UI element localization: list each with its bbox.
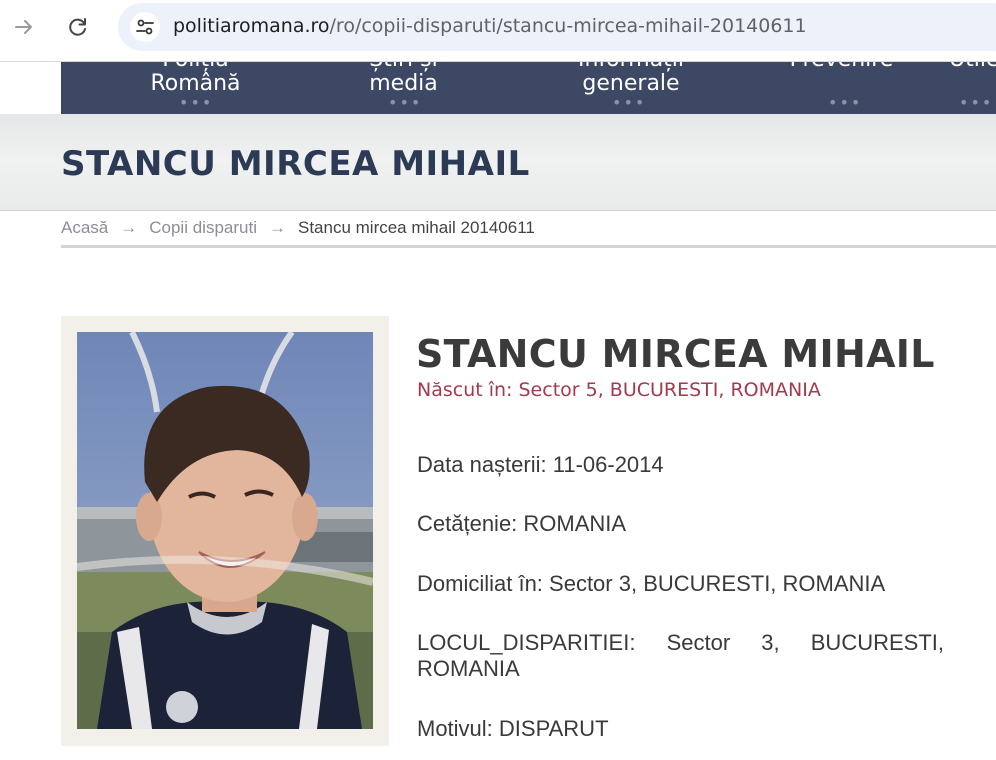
nav-dots: •••	[388, 93, 423, 112]
nav-item-line: Utile	[949, 62, 996, 72]
nav-dots: •••	[179, 93, 214, 112]
nav-item-politia-romana[interactable]: Poliția Română	[133, 62, 258, 96]
arrow-right-icon	[15, 20, 32, 34]
nav-item-prevenire[interactable]: Prevenire	[779, 62, 904, 72]
breadcrumb-current: Stancu mircea mihail 20140611	[297, 218, 535, 237]
breadcrumb: Acasă → Copii disparuti → Stancu mircea miha…	[61, 218, 996, 248]
url-host: politiaromana.ro	[173, 15, 330, 37]
birth-date-field: Data nașterii: 11-06-2014	[417, 452, 664, 477]
person-name: STANCU MIRCEA MIHAIL	[416, 332, 935, 376]
person-photo	[77, 332, 373, 729]
birthplace-text: Născut în: Sector 5, BUCURESTI, ROMANIA	[417, 379, 821, 401]
nav-item-utile[interactable]: Utile	[949, 62, 996, 72]
citizenship-field: Cetățenie: ROMANIA	[417, 511, 627, 536]
arrow-right-icon: →	[120, 218, 138, 237]
reload-button[interactable]	[60, 9, 96, 45]
breadcrumb-section-link[interactable]: Copii disparuti	[149, 218, 257, 237]
nav-item-informatii-generale[interactable]: Informații generale	[561, 62, 701, 96]
reload-icon	[69, 18, 86, 36]
arrow-right-icon: →	[268, 218, 286, 237]
nav-item-line: Prevenire	[779, 62, 904, 72]
nav-dots: •••	[828, 93, 863, 112]
title-band: STANCU MIRCEA MIHAIL	[0, 114, 996, 211]
url-path: /ro/copii-disparuti/stancu-mircea-mihail…	[329, 15, 807, 37]
url-text[interactable]: politiaromana.ro/ro/copii-disparuti/stan…	[173, 15, 807, 37]
page-title: STANCU MIRCEA MIHAIL	[61, 144, 530, 184]
reason-field: Motivul: DISPARUT	[417, 716, 609, 741]
nav-dots: •••	[959, 93, 994, 112]
site-info-button[interactable]	[130, 12, 160, 42]
forward-button[interactable]	[6, 9, 42, 45]
browser-toolbar: politiaromana.ro/ro/copii-disparuti/stan…	[0, 0, 996, 62]
nav-item-stiri-media[interactable]: Știri și media	[341, 62, 466, 96]
residence-field: Domiciliat în: Sector 3, BUCURESTI, ROMA…	[417, 571, 886, 596]
address-bar[interactable]: politiaromana.ro/ro/copii-disparuti/stan…	[118, 3, 996, 51]
breadcrumb-home-link[interactable]: Acasă	[61, 218, 108, 237]
tune-icon	[136, 19, 154, 35]
site-nav-bar: Poliția Română ••• Știri și media ••• In…	[61, 62, 996, 114]
person-photo-image	[77, 332, 373, 729]
nav-dots: •••	[612, 93, 647, 112]
disappearance-place-field: LOCUL_DISPARITIEI: Sector 3, BUCURESTI, …	[417, 630, 944, 681]
photo-card	[61, 316, 389, 746]
